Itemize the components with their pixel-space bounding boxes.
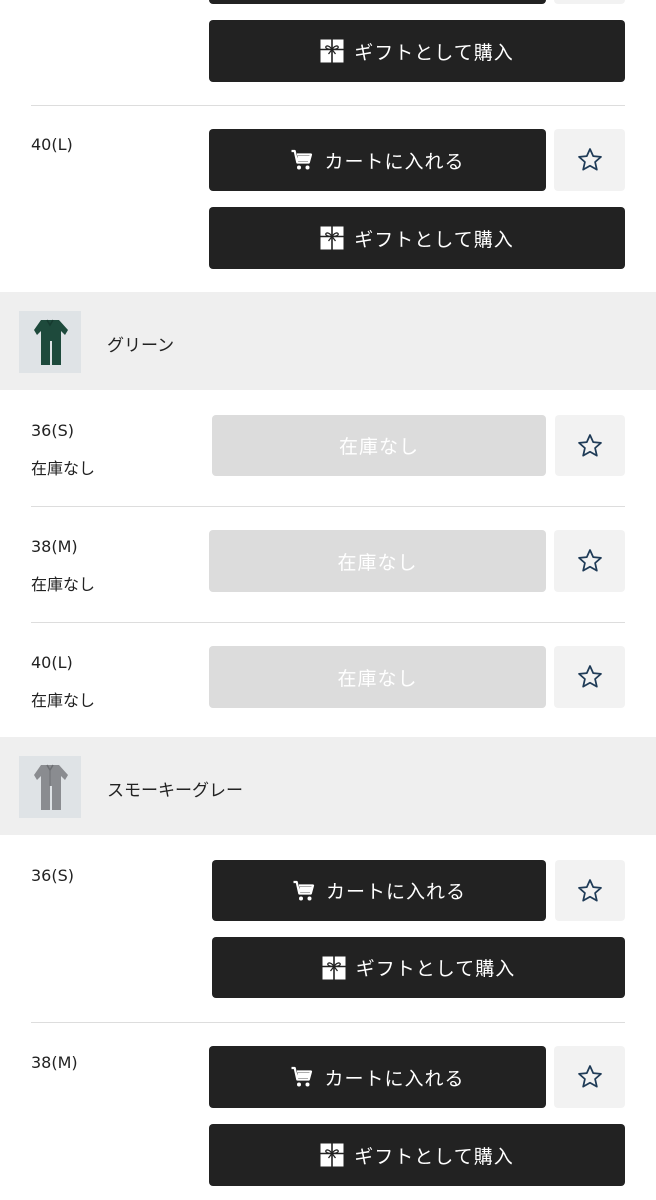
row-divider bbox=[31, 506, 625, 507]
favorite-button-partial[interactable] bbox=[554, 0, 625, 4]
gift-icon bbox=[320, 1143, 344, 1167]
cart-icon bbox=[290, 1065, 314, 1089]
row-divider bbox=[31, 1022, 625, 1023]
gift-button[interactable]: ギフトとして購入 bbox=[209, 207, 625, 269]
product-thumbnail bbox=[19, 756, 81, 818]
size-label: 40(L) bbox=[31, 653, 73, 672]
size-label: 40(L) bbox=[31, 135, 73, 154]
gift-icon bbox=[320, 226, 344, 250]
favorite-button[interactable] bbox=[554, 646, 625, 708]
favorite-button[interactable] bbox=[554, 1046, 625, 1108]
cart-button-label: カートに入れる bbox=[325, 881, 466, 903]
stock-status: 在庫なし bbox=[31, 459, 96, 478]
gift-button[interactable]: ギフトとして購入 bbox=[209, 20, 625, 82]
cart-button[interactable]: カートに入れる bbox=[209, 129, 546, 191]
star-icon bbox=[576, 432, 604, 460]
color-header-green bbox=[0, 292, 656, 390]
size-label: 38(M) bbox=[31, 537, 78, 556]
color-name: グリーン bbox=[107, 336, 175, 356]
gift-button-label: ギフトとして購入 bbox=[354, 228, 514, 251]
cart-icon bbox=[290, 148, 314, 172]
cart-button-label: カートに入れる bbox=[324, 150, 465, 173]
stock-status: 在庫なし bbox=[31, 575, 96, 594]
star-icon bbox=[576, 146, 604, 174]
cart-button[interactable]: カートに入れる bbox=[212, 860, 546, 921]
gift-icon bbox=[322, 956, 346, 980]
row-divider bbox=[31, 622, 625, 623]
favorite-button[interactable] bbox=[555, 415, 625, 476]
out-of-stock-label: 在庫なし bbox=[338, 436, 419, 458]
stock-status: 在庫なし bbox=[31, 691, 96, 710]
row-divider bbox=[31, 105, 625, 106]
star-icon bbox=[576, 663, 604, 691]
size-label: 36(S) bbox=[31, 866, 74, 885]
gift-button-label: ギフトとして購入 bbox=[354, 1145, 514, 1168]
size-label: 38(M) bbox=[31, 1053, 78, 1072]
cart-button-label: カートに入れる bbox=[324, 1067, 465, 1090]
out-of-stock-button: 在庫なし bbox=[209, 530, 546, 592]
gift-button[interactable]: ギフトとして購入 bbox=[212, 937, 625, 998]
gift-button[interactable]: ギフトとして購入 bbox=[209, 1124, 625, 1186]
gift-button-label: ギフトとして購入 bbox=[355, 958, 516, 980]
color-header-smoky-grey bbox=[0, 737, 656, 835]
gift-button-label: ギフトとして購入 bbox=[354, 41, 514, 64]
out-of-stock-button: 在庫なし bbox=[209, 646, 546, 708]
size-label: 36(S) bbox=[31, 421, 74, 440]
favorite-button[interactable] bbox=[554, 129, 625, 191]
product-thumbnail bbox=[19, 311, 81, 373]
gift-icon bbox=[320, 39, 344, 63]
out-of-stock-label: 在庫なし bbox=[337, 667, 418, 690]
cart-icon bbox=[292, 879, 316, 903]
star-icon bbox=[576, 547, 604, 575]
out-of-stock-label: 在庫なし bbox=[337, 551, 418, 574]
star-icon bbox=[576, 877, 604, 905]
cart-button-partial[interactable] bbox=[209, 0, 546, 4]
cart-button[interactable]: カートに入れる bbox=[209, 1046, 546, 1108]
out-of-stock-button: 在庫なし bbox=[212, 415, 546, 476]
star-icon bbox=[576, 1063, 604, 1091]
favorite-button[interactable] bbox=[555, 860, 625, 921]
favorite-button[interactable] bbox=[554, 530, 625, 592]
color-name: スモーキーグレー bbox=[107, 781, 243, 801]
